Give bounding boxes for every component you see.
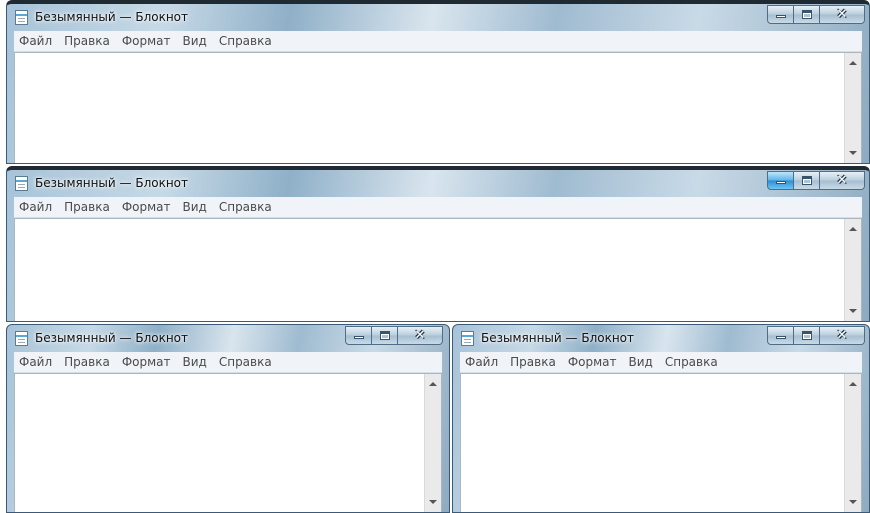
maximize-button[interactable] xyxy=(794,171,820,190)
maximize-icon xyxy=(802,176,812,185)
menu-file[interactable]: Файл xyxy=(14,200,59,214)
text-area[interactable] xyxy=(14,373,442,512)
maximize-icon xyxy=(802,10,812,19)
window-title: Безымянный — Блокнот xyxy=(35,331,189,345)
vertical-scrollbar[interactable] xyxy=(424,374,441,512)
minimize-icon xyxy=(776,336,786,339)
title-bar[interactable]: Безымянный — Блокнот ✕ xyxy=(7,325,449,352)
minimize-button[interactable] xyxy=(767,171,794,190)
scroll-up-icon[interactable] xyxy=(849,61,857,65)
menu-view[interactable]: Вид xyxy=(178,200,214,214)
scroll-up-icon[interactable] xyxy=(849,382,857,386)
menu-format[interactable]: Формат xyxy=(117,200,178,214)
menu-edit[interactable]: Правка xyxy=(59,34,117,48)
scroll-down-icon[interactable] xyxy=(849,151,857,155)
menu-edit[interactable]: Правка xyxy=(505,355,563,369)
window-title: Безымянный — Блокнот xyxy=(481,331,635,345)
close-icon: ✕ xyxy=(836,328,848,343)
menu-bar: Файл Правка Формат Вид Справка xyxy=(14,197,862,218)
close-icon: ✕ xyxy=(836,173,848,188)
notepad-window-1[interactable]: Безымянный — Блокнот ✕ Файл Правка Форма… xyxy=(6,0,870,164)
scroll-down-icon[interactable] xyxy=(849,500,857,504)
notepad-icon xyxy=(15,10,28,25)
menu-bar: Файл Правка Формат Вид Справка xyxy=(14,31,862,52)
vertical-scrollbar[interactable] xyxy=(844,219,861,321)
maximize-button[interactable] xyxy=(372,326,398,345)
title-bar[interactable]: Безымянный — Блокнот ✕ xyxy=(7,4,869,31)
menu-file[interactable]: Файл xyxy=(14,34,59,48)
scroll-down-icon[interactable] xyxy=(429,500,437,504)
minimize-icon xyxy=(776,181,786,184)
vertical-scrollbar[interactable] xyxy=(844,374,861,512)
menu-help[interactable]: Справка xyxy=(214,34,279,48)
menu-bar: Файл Правка Формат Вид Справка xyxy=(460,352,862,373)
maximize-button[interactable] xyxy=(794,326,820,345)
minimize-button[interactable] xyxy=(767,5,794,24)
notepad-window-4[interactable]: Безымянный — Блокнот ✕ Файл Правка Форма… xyxy=(452,324,870,513)
menu-format[interactable]: Формат xyxy=(117,355,178,369)
menu-format[interactable]: Формат xyxy=(563,355,624,369)
window-title: Безымянный — Блокнот xyxy=(35,176,189,190)
maximize-icon xyxy=(802,331,812,340)
notepad-icon xyxy=(15,331,28,346)
text-area[interactable] xyxy=(14,218,862,321)
notepad-icon xyxy=(15,176,28,191)
vertical-scrollbar[interactable] xyxy=(844,53,861,163)
scroll-down-icon[interactable] xyxy=(849,309,857,313)
title-bar[interactable]: Безымянный — Блокнот ✕ xyxy=(453,325,869,352)
title-bar[interactable]: Безымянный — Блокнот ✕ xyxy=(7,170,869,197)
notepad-window-2[interactable]: Безымянный — Блокнот ✕ Файл Правка Форма… xyxy=(6,166,870,322)
close-icon: ✕ xyxy=(414,328,426,343)
text-area[interactable] xyxy=(14,52,862,163)
menu-format[interactable]: Формат xyxy=(117,34,178,48)
window-title: Безымянный — Блокнот xyxy=(35,10,189,24)
text-area[interactable] xyxy=(460,373,862,512)
notepad-icon xyxy=(461,331,474,346)
maximize-button[interactable] xyxy=(794,5,820,24)
notepad-window-3[interactable]: Безымянный — Блокнот ✕ Файл Правка Форма… xyxy=(6,324,450,513)
scroll-up-icon[interactable] xyxy=(849,227,857,231)
menu-bar: Файл Правка Формат Вид Справка xyxy=(14,352,442,373)
menu-help[interactable]: Справка xyxy=(214,355,279,369)
minimize-icon xyxy=(354,336,364,339)
menu-view[interactable]: Вид xyxy=(178,34,214,48)
menu-help[interactable]: Справка xyxy=(660,355,725,369)
menu-edit[interactable]: Правка xyxy=(59,355,117,369)
maximize-icon xyxy=(380,331,390,340)
menu-view[interactable]: Вид xyxy=(624,355,660,369)
menu-file[interactable]: Файл xyxy=(14,355,59,369)
minimize-button[interactable] xyxy=(345,326,372,345)
close-button[interactable]: ✕ xyxy=(398,326,443,345)
menu-edit[interactable]: Правка xyxy=(59,200,117,214)
scroll-up-icon[interactable] xyxy=(429,382,437,386)
close-button[interactable]: ✕ xyxy=(820,5,865,24)
menu-file[interactable]: Файл xyxy=(460,355,505,369)
menu-help[interactable]: Справка xyxy=(214,200,279,214)
close-button[interactable]: ✕ xyxy=(820,326,865,345)
minimize-icon xyxy=(776,15,786,18)
menu-view[interactable]: Вид xyxy=(178,355,214,369)
close-icon: ✕ xyxy=(836,7,848,22)
close-button[interactable]: ✕ xyxy=(820,171,865,190)
minimize-button[interactable] xyxy=(767,326,794,345)
